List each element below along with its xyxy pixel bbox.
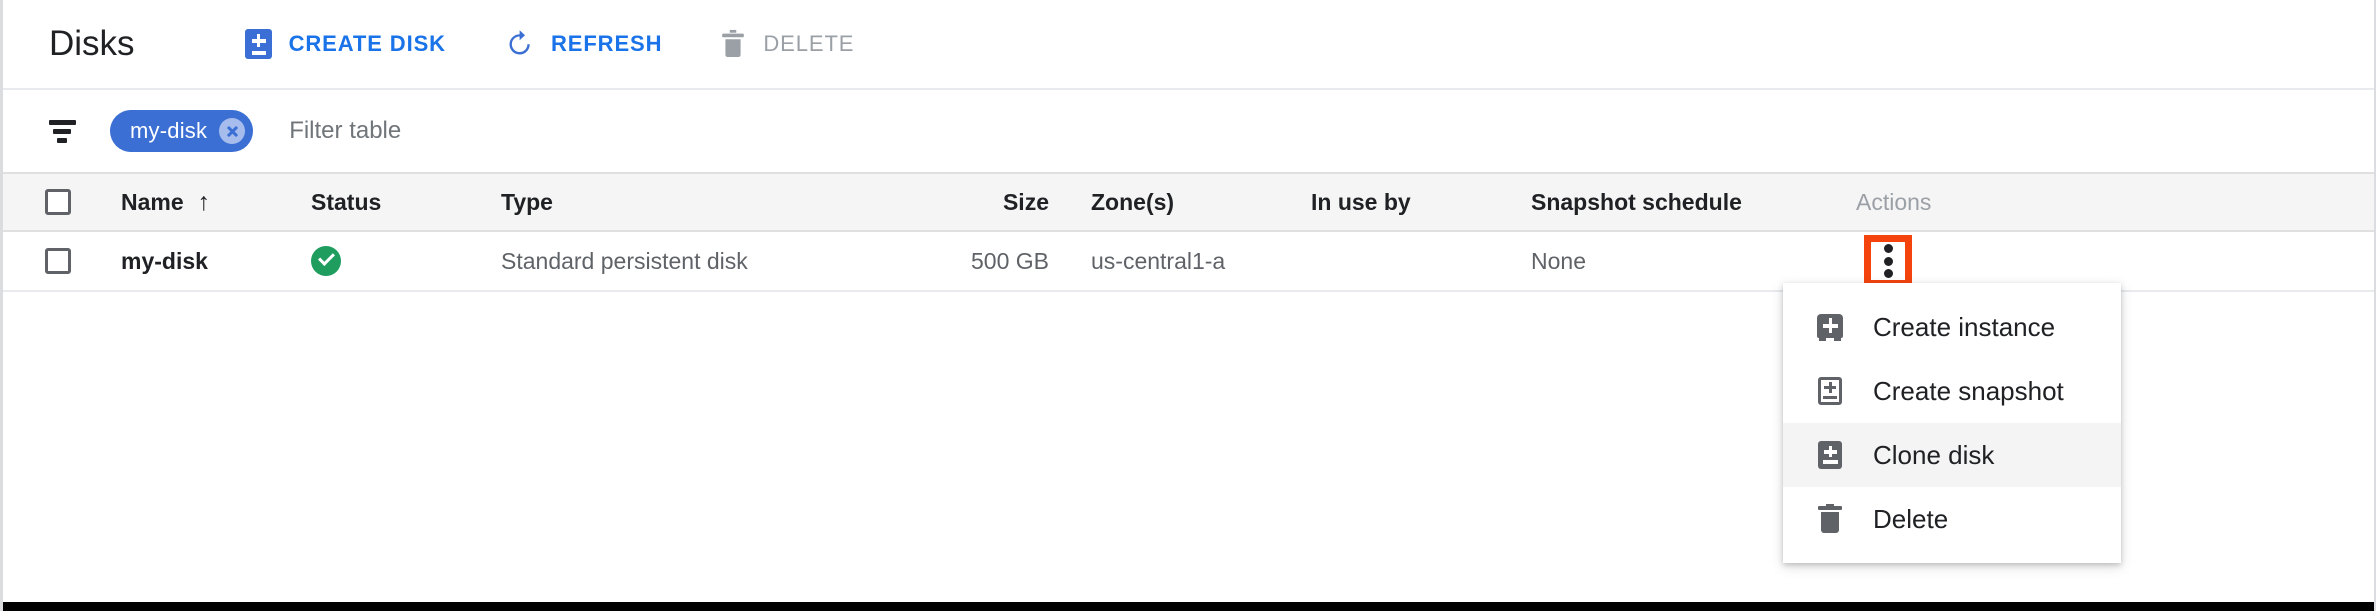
check-circle-icon [311,246,341,276]
delete-button[interactable]: DELETE [706,16,868,72]
column-header-snapshot-schedule[interactable]: Snapshot schedule [1531,189,1856,216]
menu-item-delete[interactable]: Delete [1783,487,2121,551]
create-disk-button[interactable]: CREATE DISK [231,16,460,72]
row-size-cell: 500 GB [901,248,1091,275]
row-zone-value: us-central1-a [1091,247,1226,274]
row-status-cell [311,246,501,276]
menu-item-delete-label: Delete [1873,503,1949,534]
refresh-button[interactable]: REFRESH [490,16,676,72]
select-all-cell [3,189,121,215]
trash-icon [720,29,746,59]
delete-label: DELETE [763,31,855,56]
select-all-checkbox[interactable] [45,189,71,215]
bottom-bar [3,602,2374,611]
page-title: Disks [49,24,135,63]
row-name-link[interactable]: my-disk [121,248,208,275]
column-header-in-use-by-label: In use by [1311,188,1411,215]
row-zone-cell: us-central1-a [1091,248,1311,275]
menu-item-create-snapshot[interactable]: Create snapshot [1783,359,2121,423]
column-header-name-label: Name [121,188,184,215]
menu-item-clone-disk[interactable]: Clone disk [1783,423,2121,487]
clone-disk-icon [1815,440,1845,470]
refresh-label: REFRESH [550,31,663,56]
column-header-status-label: Status [311,188,382,215]
arrow-up-icon: ↑ [197,187,211,216]
row-type-cell: Standard persistent disk [501,248,901,275]
disks-page: Disks CREATE DISK REFRESH DELETE my-disk… [0,0,2376,611]
column-header-type[interactable]: Type [501,189,901,216]
more-vert-icon [1884,244,1893,278]
disks-table: Name ↑ Status Type Size Zone(s) In use b… [3,172,2374,292]
filter-input[interactable] [289,111,890,151]
create-disk-icon [244,29,272,59]
row-snapshot-schedule-value: None [1531,247,1586,274]
page-toolbar: Disks CREATE DISK REFRESH DELETE [3,0,2374,88]
filter-chip-label: my-disk [130,118,208,143]
column-header-status[interactable]: Status [311,189,501,216]
row-name-cell: my-disk [121,248,311,275]
column-header-size-label: Size [1002,188,1049,215]
create-disk-label: CREATE DISK [288,31,446,56]
row-actions-menu: Create instance Create snapshot Clone di… [1783,283,2121,563]
menu-item-clone-disk-label: Clone disk [1873,439,1995,470]
filter-icon[interactable] [46,118,78,144]
refresh-icon [504,29,534,59]
column-header-actions: Actions [1856,189,2156,216]
row-select-checkbox[interactable] [45,248,71,274]
table-header-row: Name ↑ Status Type Size Zone(s) In use b… [3,172,2374,232]
create-instance-icon [1815,312,1845,342]
column-header-in-use-by[interactable]: In use by [1311,189,1531,216]
close-icon[interactable] [219,118,246,144]
column-header-zone-label: Zone(s) [1091,188,1175,215]
column-header-snapshot-schedule-label: Snapshot schedule [1531,188,1742,215]
column-header-actions-label: Actions [1856,188,1932,215]
column-header-size[interactable]: Size [901,189,1091,216]
filter-chip-my-disk[interactable]: my-disk [110,110,254,152]
column-header-zone[interactable]: Zone(s) [1091,189,1311,216]
trash-icon [1815,504,1845,534]
menu-item-create-snapshot-label: Create snapshot [1873,375,2064,406]
row-snapshot-schedule-cell: None [1531,248,1856,275]
row-type-value: Standard persistent disk [501,247,748,274]
row-select-cell [3,248,121,274]
menu-item-create-instance-label: Create instance [1873,311,2056,342]
filter-bar: my-disk [3,88,2374,172]
row-actions-more-button[interactable] [1864,235,1912,287]
column-header-type-label: Type [501,188,553,215]
menu-item-create-instance[interactable]: Create instance [1783,295,2121,359]
column-header-name[interactable]: Name ↑ [121,189,311,216]
create-snapshot-icon [1815,376,1845,406]
row-size-value: 500 GB [971,247,1049,274]
row-actions-cell [1856,235,2156,287]
